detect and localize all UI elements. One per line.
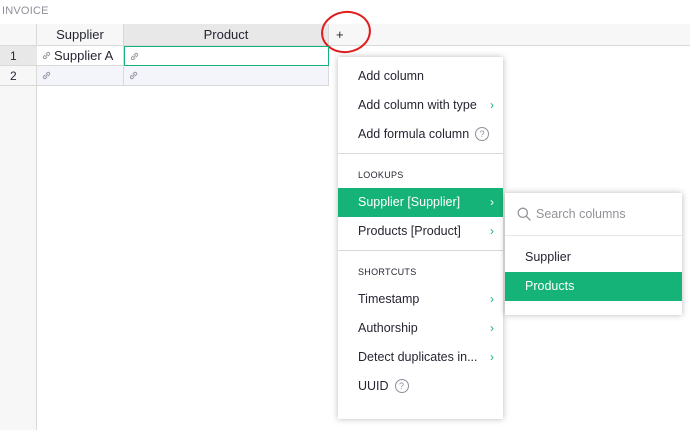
menu-item-authorship[interactable]: Authorship › [338,314,503,343]
link-icon [42,71,51,80]
menu-item-detect-duplicates[interactable]: Detect duplicates in... › [338,343,503,372]
menu-item-uuid[interactable]: UUID? [338,372,503,401]
search-icon [517,207,531,221]
menu-item-label: Supplier [Supplier] [358,195,461,209]
table-row: 2 [0,66,330,86]
lookup-submenu: Supplier Products [505,193,682,315]
menu-heading-shortcuts: SHORTCUTS [358,267,417,277]
help-icon[interactable]: ? [475,127,490,141]
add-column-menu: Add column Add column with type › Add for… [338,57,503,419]
grid-corner[interactable] [0,24,37,46]
link-icon [129,71,138,80]
menu-item-timestamp[interactable]: Timestamp › [338,285,503,314]
chevron-right-icon: › [490,292,494,306]
menu-item-label: Products [Product] [358,224,461,238]
chevron-right-icon: › [490,224,494,238]
add-column-header[interactable]: + [318,7,690,57]
column-header-product[interactable]: Product [124,24,329,46]
column-header-supplier[interactable]: Supplier [37,24,124,46]
link-icon [130,52,139,61]
product-cell[interactable] [124,66,329,86]
menu-item-label: Add column [358,69,425,83]
supplier-cell-value: Supplier A [54,48,114,63]
menu-item-add-column[interactable]: Add column [338,62,503,91]
menu-item-label: Detect duplicates in... [358,350,478,364]
menu-item-add-column-with-type[interactable]: Add column with type › [338,91,503,120]
submenu-item-products[interactable]: Products [505,272,682,301]
supplier-cell[interactable] [37,66,124,86]
help-icon[interactable]: ? [394,379,409,393]
menu-divider [338,250,503,251]
column-search [505,193,682,236]
table-row: 1 Supplier A [0,46,330,66]
menu-item-label: Add column with type [358,98,477,112]
menu-divider [338,153,503,154]
link-icon [42,51,51,60]
row-number[interactable]: 1 [0,46,37,66]
chevron-right-icon: › [490,195,494,209]
supplier-cell[interactable]: Supplier A [37,46,124,66]
menu-item-label: Authorship [358,321,418,335]
menu-item-label: Add formula column [358,127,470,141]
submenu-item-supplier[interactable]: Supplier [505,243,682,272]
chevron-right-icon: › [490,98,494,112]
menu-item-lookup-products[interactable]: Products [Product] › [338,217,503,246]
product-cell[interactable] [124,46,329,66]
search-columns-input[interactable] [536,205,676,223]
menu-item-add-formula-column[interactable]: Add formula column? [338,120,503,149]
menu-item-label: UUID [358,379,389,393]
chevron-right-icon: › [490,350,494,364]
menu-heading-lookups: LOOKUPS [358,170,404,180]
menu-item-label: Timestamp [358,292,420,306]
chevron-right-icon: › [490,321,494,335]
row-number[interactable]: 2 [0,66,37,86]
menu-item-lookup-supplier[interactable]: Supplier [Supplier] › [338,188,503,217]
